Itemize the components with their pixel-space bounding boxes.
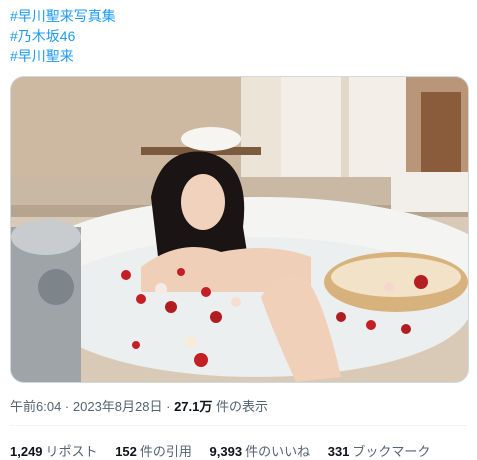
- likes-stat[interactable]: 9,393 件のいいね: [210, 441, 311, 460]
- hashtag-link[interactable]: #早川聖来: [10, 46, 116, 66]
- quotes-label: 件の引用: [139, 444, 192, 459]
- tweet-date[interactable]: 2023年8月28日: [73, 399, 163, 414]
- meta-separator: ·: [162, 399, 175, 414]
- hashtag-link[interactable]: #乃木坂46: [10, 26, 116, 46]
- divider: [10, 425, 467, 426]
- hashtag-link[interactable]: #早川聖来写真集: [10, 6, 116, 26]
- quotes-stat[interactable]: 152 件の引用: [115, 441, 192, 460]
- quotes-count: 152: [115, 444, 137, 459]
- tweet-stats: 1,249 リポスト 152 件の引用 9,393 件のいいね 331 ブックマーク: [10, 441, 444, 460]
- likes-count: 9,393: [209, 444, 243, 459]
- reposts-label: リポスト: [45, 444, 98, 459]
- meta-separator: ·: [61, 399, 73, 414]
- tweet-hashtags: #早川聖来写真集 #乃木坂46 #早川聖来: [10, 6, 116, 66]
- bookmarks-count: 331: [327, 444, 350, 459]
- bookmarks-label: ブックマーク: [352, 444, 431, 459]
- tweet-time[interactable]: 午前6:04: [10, 399, 61, 414]
- tweet-photo[interactable]: [10, 76, 469, 383]
- reposts-count: 1,249: [10, 444, 43, 459]
- views-count: 27.1万: [174, 399, 213, 414]
- likes-label: 件のいいね: [245, 444, 311, 459]
- bookmarks-stat[interactable]: 331 ブックマーク: [328, 441, 431, 460]
- bathtub-photo-illustration: [11, 77, 468, 382]
- tweet-meta: 午前6:04 · 2023年8月28日 · 27.1万 件の表示: [10, 396, 268, 415]
- reposts-stat[interactable]: 1,249 リポスト: [10, 441, 98, 460]
- views-label: 件の表示: [212, 399, 268, 414]
